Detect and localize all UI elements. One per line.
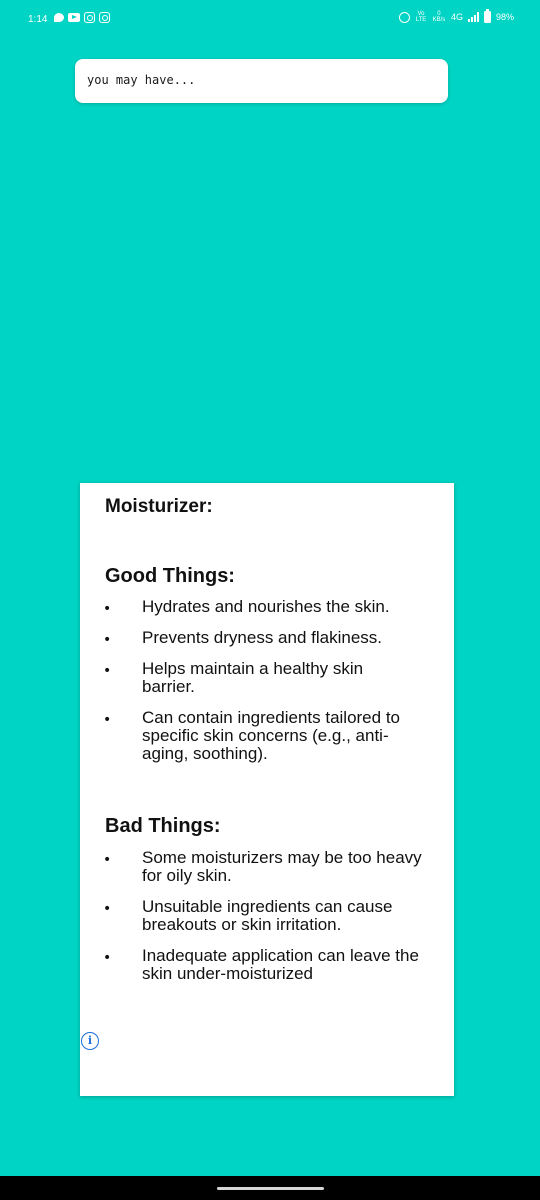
system-icons: Vo LTE 0 KB/s 4G 98% — [398, 9, 514, 23]
status-bar: 1:14 Vo LTE 0 KB/s 4G 98% — [0, 0, 540, 38]
list-item: • Can contain ingredients tailored to sp… — [80, 709, 454, 763]
list-item-text: Unsuitable ingredients can cause breakou… — [142, 897, 393, 934]
bullet-icon: • — [103, 663, 112, 679]
search-query: you may have... — [87, 73, 196, 87]
battery-icon — [483, 9, 491, 23]
volte-icon: Vo LTE — [415, 11, 427, 23]
bullet-icon: • — [103, 632, 112, 648]
bullet-icon: • — [103, 901, 112, 917]
alarm-icon — [398, 11, 410, 23]
bullet-icon: • — [103, 712, 112, 728]
search-input[interactable]: you may have... — [75, 59, 448, 103]
bullet-icon: • — [103, 601, 112, 617]
bad-things-heading: Bad Things: — [105, 815, 221, 837]
chat-bubble-icon — [54, 13, 64, 22]
status-time: 1:14 — [28, 14, 48, 25]
list-item-text: Some moisturizers may be too heavy for o… — [142, 848, 422, 885]
app-screen: 1:14 Vo LTE 0 KB/s 4G 98% you may have..… — [0, 0, 540, 1200]
notification-icons — [54, 12, 110, 23]
list-item-text: Hydrates and nourishes the skin. — [142, 597, 390, 616]
list-item: • Prevents dryness and flakiness. — [80, 628, 454, 649]
list-item: • Inadequate application can leave the s… — [80, 947, 454, 983]
instagram-icon — [99, 12, 110, 23]
result-card: Moisturizer: Good Things: • Hydrates and… — [80, 483, 454, 1096]
list-item-text: Prevents dryness and flakiness. — [142, 628, 383, 647]
home-indicator[interactable] — [217, 1187, 324, 1190]
list-item: • Some moisturizers may be too heavy for… — [80, 849, 454, 885]
list-item-text: Helps maintain a healthy skin barrier. — [142, 659, 364, 696]
instagram-icon — [84, 12, 95, 23]
list-item: • Unsuitable ingredients can cause break… — [80, 898, 454, 934]
youtube-icon — [68, 13, 80, 22]
list-item: • Helps maintain a healthy skin barrier. — [80, 660, 454, 696]
list-item-text: Can contain ingredients tailored to spec… — [142, 708, 400, 763]
list-item-text: Inadequate application can leave the ski… — [142, 946, 419, 983]
net-speed: 0 KB/s — [432, 11, 446, 23]
info-icon[interactable]: i — [81, 1032, 99, 1050]
battery-percent: 98% — [495, 12, 514, 22]
bullet-icon: • — [103, 950, 112, 966]
signal-icon — [467, 12, 479, 22]
bullet-icon: • — [103, 852, 112, 868]
list-item: • Hydrates and nourishes the skin. — [80, 597, 454, 618]
good-things-heading: Good Things: — [105, 565, 235, 587]
network-type: 4G — [450, 12, 463, 22]
navigation-bar — [0, 1176, 540, 1200]
bad-things-list: • Some moisturizers may be too heavy for… — [80, 849, 454, 996]
card-title: Moisturizer: — [105, 496, 213, 517]
good-things-list: • Hydrates and nourishes the skin. • Pre… — [80, 598, 454, 776]
